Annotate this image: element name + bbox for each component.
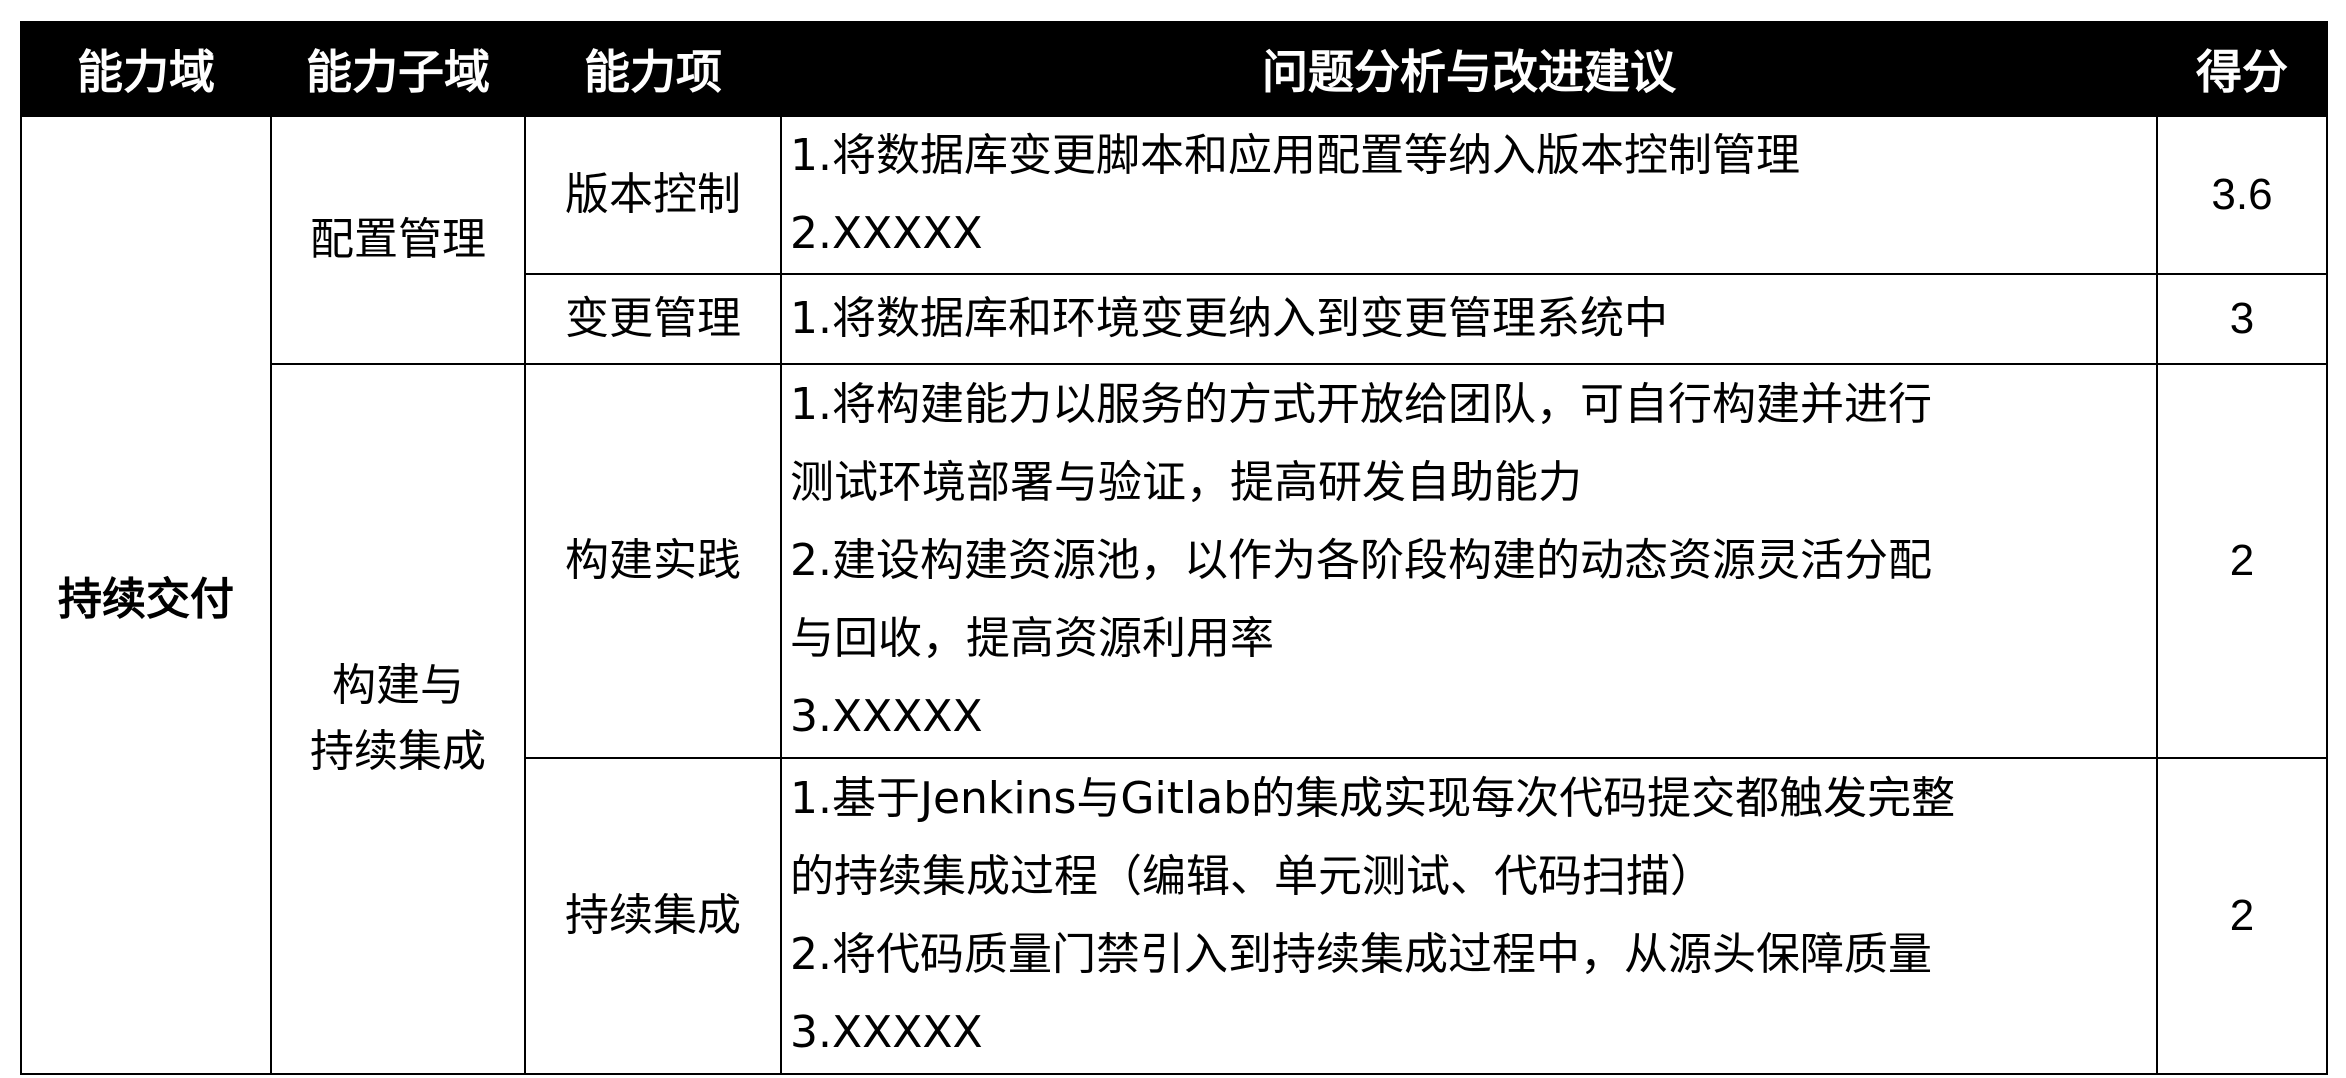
header-score: 得分 [2156,21,2328,117]
score-cell: 2 [2156,363,2328,759]
item-cell: 持续集成 [524,757,782,1075]
suggestion-line: 1.将数据库和环境变更纳入到变更管理系统中 [790,293,1668,344]
header-subdomain: 能力子域 [270,21,526,117]
subdomain-label: 构建与 [332,660,464,711]
header-row: 能力域 能力子域 能力项 问题分析与改进建议 得分 [20,21,2328,117]
suggestion-line: 的持续集成过程（编辑、单元测试、代码扫描） [790,851,1714,902]
subdomain-label: 持续集成 [310,726,486,777]
table-row: 持续交付 配置管理 版本控制 1.将数据库变更脚本和应用配置等纳入版本控制管理 … [20,115,2328,1075]
suggestion-line: 1.将数据库变更脚本和应用配置等纳入版本控制管理 [790,130,1800,181]
score-cell: 2 [2156,757,2328,1075]
table-row: 构建与 持续集成 构建实践 1.将构建能力以服务的方式开放给团队，可自行构建并进… [21,363,2328,1075]
header-suggestions: 问题分析与改进建议 [780,21,2158,117]
header-domain: 能力域 [20,21,272,117]
suggestion-line: 2.建设构建资源池，以作为各阶段构建的动态资源灵活分配 [790,535,1932,586]
item-cell: 变更管理 [524,273,782,365]
subdomain-cell: 配置管理 [270,115,526,365]
header-item: 能力项 [524,21,782,117]
suggestion-line: 1.基于Jenkins与Gitlab的集成实现每次代码提交都触发完整 [790,773,1956,824]
suggestion-line: 测试环境部署与验证，提高研发自助能力 [790,457,1582,508]
suggestion-line: 与回收，提高资源利用率 [790,613,1274,664]
suggestion-cell: 1.基于Jenkins与Gitlab的集成实现每次代码提交都触发完整 的持续集成… [780,757,2158,1075]
item-cell: 构建实践 [524,363,782,759]
score-cell: 3 [2156,273,2328,365]
assessment-table: 能力域 能力子域 能力项 问题分析与改进建议 得分 持续交付 配置管理 版本控制… [20,21,2328,1075]
suggestion-line: 2.将代码质量门禁引入到持续集成过程中，从源头保障质量 [790,929,1932,980]
domain-cell: 持续交付 [20,115,272,1075]
score-cell: 3.6 [2156,115,2328,275]
suggestion-cell: 1.将数据库变更脚本和应用配置等纳入版本控制管理 2.XXXXX [780,115,2158,275]
item-cell: 版本控制 [524,115,782,275]
subdomain-label: 配置管理 [310,214,486,265]
suggestion-cell: 1.将数据库和环境变更纳入到变更管理系统中 [780,273,2158,365]
suggestion-line: 3.XXXXX [790,1007,983,1058]
suggestion-line: 1.将构建能力以服务的方式开放给团队，可自行构建并进行 [790,379,1932,430]
suggestion-line: 2.XXXXX [790,208,983,259]
suggestion-cell: 1.将构建能力以服务的方式开放给团队，可自行构建并进行 测试环境部署与验证，提高… [780,363,2158,759]
suggestion-line: 3.XXXXX [790,691,983,742]
subdomain-cell: 构建与 持续集成 [270,363,526,1075]
